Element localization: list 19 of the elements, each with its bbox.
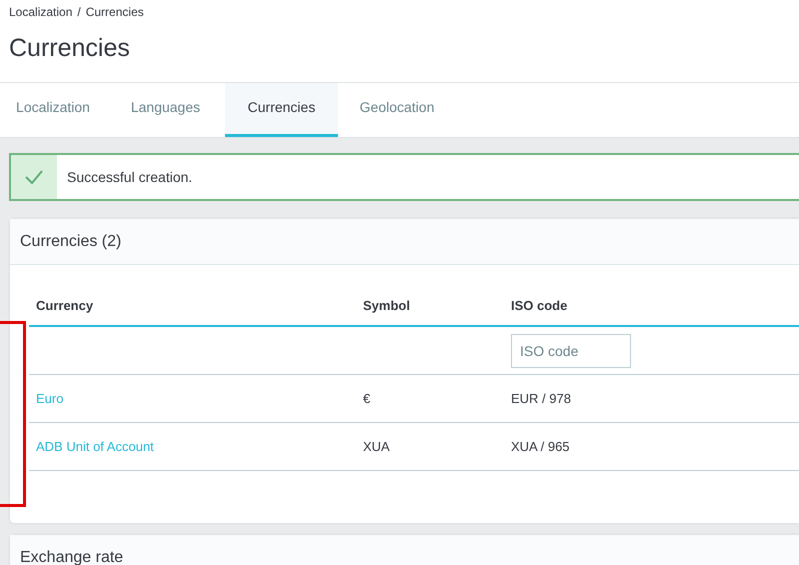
column-header: Currency bbox=[29, 285, 356, 326]
tab[interactable]: Currencies bbox=[225, 83, 338, 137]
alert-message: Successful creation. bbox=[67, 169, 192, 185]
currency-link[interactable]: ADB Unit of Account bbox=[36, 439, 154, 454]
page-title: Currencies bbox=[9, 33, 131, 64]
table-cell: XUA / 965 bbox=[511, 439, 570, 454]
currency-link[interactable]: Euro bbox=[36, 391, 64, 406]
column-header: ISO code bbox=[504, 285, 799, 326]
breadcrumb-link[interactable]: Localization bbox=[9, 4, 72, 20]
breadcrumb-separator: / bbox=[77, 4, 81, 20]
table-cell: EUR / 978 bbox=[511, 391, 571, 406]
column-header: Symbol bbox=[356, 285, 504, 326]
table-cell: XUA bbox=[363, 439, 390, 454]
breadcrumb-link[interactable]: Currencies bbox=[86, 4, 144, 20]
checkmark-icon bbox=[24, 169, 44, 185]
card-title: Currencies (2) bbox=[20, 232, 122, 250]
iso-code-filter-field[interactable]: ISO code bbox=[511, 334, 631, 368]
table-cell: € bbox=[363, 391, 370, 406]
card-title: Exchange rate bbox=[20, 548, 124, 565]
